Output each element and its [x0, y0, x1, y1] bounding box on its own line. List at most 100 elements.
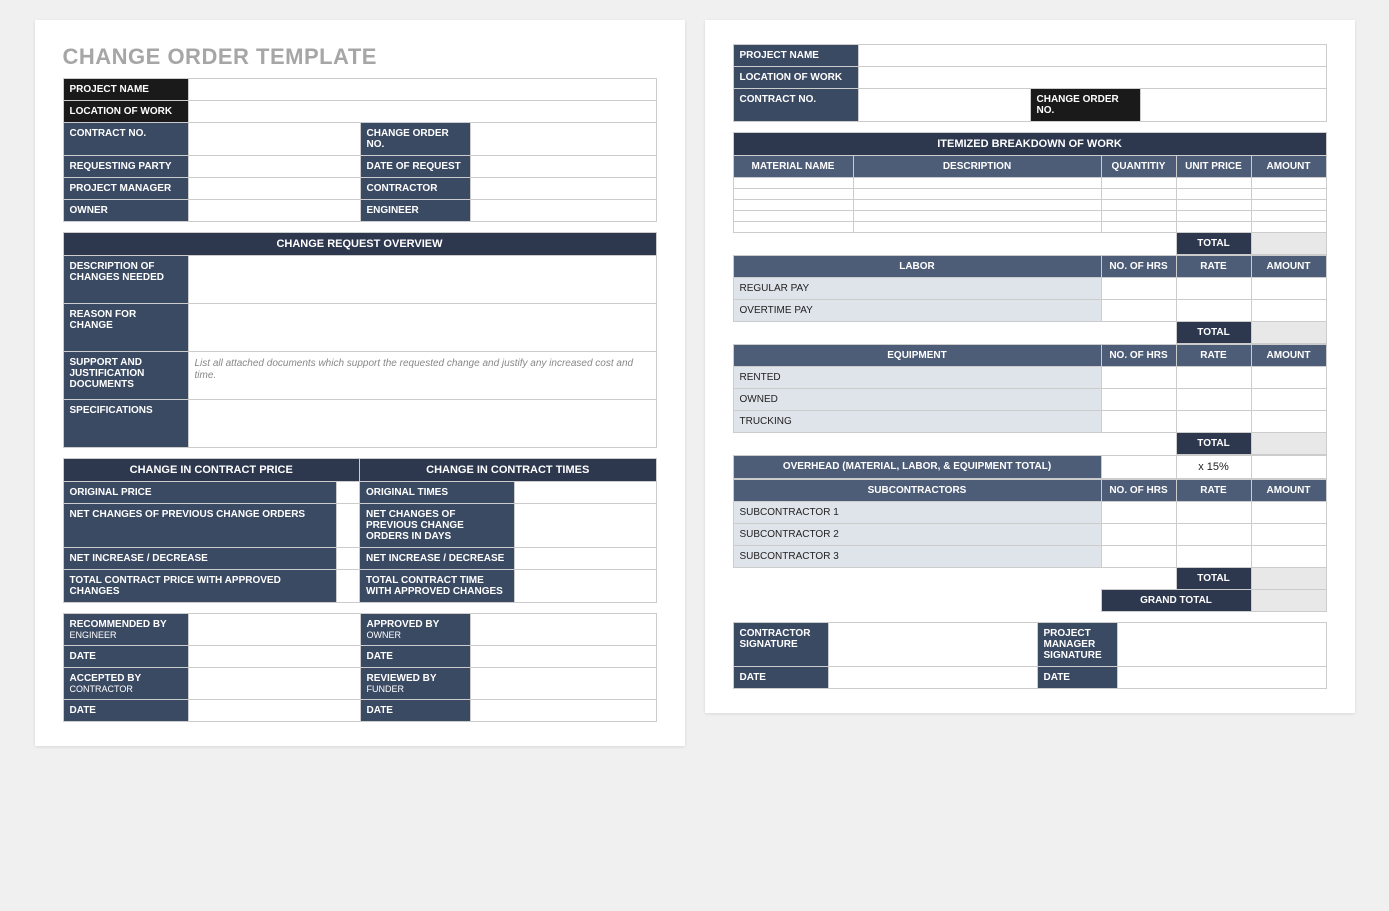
field-desc-changes[interactable] — [188, 256, 656, 304]
field-overhead-amount[interactable] — [1251, 456, 1326, 479]
equip-header: EQUIPMENT — [733, 345, 1101, 367]
label-date-2: DATE — [360, 646, 470, 668]
col-description: DESCRIPTION — [853, 156, 1101, 178]
field-date-of-request[interactable] — [470, 156, 656, 178]
field-engineer[interactable] — [470, 200, 656, 222]
labor-header: LABOR — [733, 256, 1101, 278]
overhead-table: OVERHEAD (MATERIAL, LABOR, & EQUIPMENT T… — [733, 455, 1327, 479]
field-sub-total[interactable] — [1251, 568, 1326, 590]
field-contract-no-p2[interactable] — [858, 89, 1030, 122]
col-unit-price: UNIT PRICE — [1176, 156, 1251, 178]
label-location-of-work: LOCATION OF WORK — [63, 101, 188, 123]
field-pm-sig[interactable] — [1117, 623, 1326, 667]
label-location-p2: LOCATION OF WORK — [733, 67, 858, 89]
label-price-netprev: NET CHANGES OF PREVIOUS CHANGE ORDERS — [63, 504, 337, 548]
field-date-4[interactable] — [470, 700, 656, 722]
equipment-table: EQUIPMENT NO. OF HRS RATE AMOUNT RENTED … — [733, 344, 1327, 455]
field-date-sig1[interactable] — [828, 667, 1037, 689]
col-rate: RATE — [1176, 256, 1251, 278]
label-times-netprev: NET CHANGES OF PREVIOUS CHANGE ORDERS IN… — [359, 504, 514, 548]
times-header: CHANGE IN CONTRACT TIMES — [359, 459, 656, 482]
labor-table: LABOR NO. OF HRS RATE AMOUNT REGULAR PAY… — [733, 255, 1327, 344]
field-labor-total[interactable] — [1251, 322, 1326, 344]
label-times-orig: ORIGINAL TIMES — [359, 482, 514, 504]
field-date-1[interactable] — [188, 646, 360, 668]
field-date-3[interactable] — [188, 700, 360, 722]
label-price-netinc: NET INCREASE / DECREASE — [63, 548, 337, 570]
page-2: PROJECT NAME LOCATION OF WORK CONTRACT N… — [705, 20, 1355, 713]
material-row[interactable] — [733, 189, 1326, 200]
label-date-of-request: DATE OF REQUEST — [360, 156, 470, 178]
field-accepted-by[interactable] — [188, 668, 360, 700]
field-times-netprev[interactable] — [514, 504, 656, 548]
label-specs: SPECIFICATIONS — [63, 400, 188, 448]
overhead-pct: x 15% — [1176, 456, 1251, 479]
field-project-name[interactable] — [188, 79, 656, 101]
page-1: CHANGE ORDER TEMPLATE PROJECT NAME LOCAT… — [35, 20, 685, 746]
label-owner: OWNER — [63, 200, 188, 222]
label-accepted-by: ACCEPTED BYCONTRACTOR — [63, 668, 188, 700]
field-contractor[interactable] — [470, 178, 656, 200]
field-change-order-no[interactable] — [470, 123, 656, 156]
field-overhead-sum[interactable] — [1101, 456, 1176, 479]
overview-header: CHANGE REQUEST OVERVIEW — [63, 233, 656, 256]
col-amount-eq: AMOUNT — [1251, 345, 1326, 367]
field-specs[interactable] — [188, 400, 656, 448]
field-recommended-by[interactable] — [188, 614, 360, 646]
col-no-hrs-sub: NO. OF HRS — [1101, 480, 1176, 502]
row-rented: RENTED — [733, 367, 1101, 389]
label-date-sig2: DATE — [1037, 667, 1117, 689]
col-rate-eq: RATE — [1176, 345, 1251, 367]
row-regular-pay: REGULAR PAY — [733, 278, 1101, 300]
field-owner[interactable] — [188, 200, 360, 222]
label-times-netinc: NET INCREASE / DECREASE — [359, 548, 514, 570]
label-reason: REASON FOR CHANGE — [63, 304, 188, 352]
row-owned: OWNED — [733, 389, 1101, 411]
label-reviewed-by: REVIEWED BYFUNDER — [360, 668, 470, 700]
label-date-3: DATE — [63, 700, 188, 722]
field-date-sig2[interactable] — [1117, 667, 1326, 689]
field-price-netprev[interactable] — [337, 504, 360, 548]
field-location-of-work[interactable] — [188, 101, 656, 123]
itemized-breakdown: ITEMIZED BREAKDOWN OF WORK MATERIAL NAME… — [733, 132, 1327, 255]
field-project-manager[interactable] — [188, 178, 360, 200]
field-requesting-party[interactable] — [188, 156, 360, 178]
signoff-table-p2: CONTRACTOR SIGNATURE PROJECT MANAGER SIG… — [733, 622, 1327, 689]
field-contract-no[interactable] — [188, 123, 360, 156]
field-price-total[interactable] — [337, 570, 360, 603]
field-grand-total[interactable] — [1251, 590, 1326, 612]
field-reviewed-by[interactable] — [470, 668, 656, 700]
contract-change-table: CHANGE IN CONTRACT PRICE CHANGE IN CONTR… — [63, 458, 657, 603]
field-location-p2[interactable] — [858, 67, 1326, 89]
field-times-netinc[interactable] — [514, 548, 656, 570]
label-project-name: PROJECT NAME — [63, 79, 188, 101]
field-contractor-sig[interactable] — [828, 623, 1037, 667]
label-date-1: DATE — [63, 646, 188, 668]
material-row[interactable] — [733, 211, 1326, 222]
field-reason[interactable] — [188, 304, 656, 352]
label-contractor: CONTRACTOR — [360, 178, 470, 200]
field-approved-by[interactable] — [470, 614, 656, 646]
field-price-orig[interactable] — [337, 482, 360, 504]
field-equip-total[interactable] — [1251, 433, 1326, 455]
sub-header: SUBCONTRACTORS — [733, 480, 1101, 502]
field-support[interactable]: List all attached documents which suppor… — [188, 352, 656, 400]
material-row[interactable] — [733, 178, 1326, 189]
material-row[interactable] — [733, 200, 1326, 211]
field-project-name-p2[interactable] — [858, 45, 1326, 67]
field-material-total[interactable] — [1251, 233, 1326, 255]
label-pm-sig: PROJECT MANAGER SIGNATURE — [1037, 623, 1117, 667]
material-row[interactable] — [733, 222, 1326, 233]
field-change-order-no-p2[interactable] — [1140, 89, 1326, 122]
field-times-orig[interactable] — [514, 482, 656, 504]
overhead-label: OVERHEAD (MATERIAL, LABOR, & EQUIPMENT T… — [733, 456, 1101, 479]
field-times-total[interactable] — [514, 570, 656, 603]
field-date-2[interactable] — [470, 646, 656, 668]
info-table-p2: PROJECT NAME LOCATION OF WORK CONTRACT N… — [733, 44, 1327, 122]
col-quantity: QUANTITIY — [1101, 156, 1176, 178]
change-request-overview: CHANGE REQUEST OVERVIEW DESCRIPTION OF C… — [63, 232, 657, 448]
field-price-netinc[interactable] — [337, 548, 360, 570]
label-date-4: DATE — [360, 700, 470, 722]
label-desc-changes: DESCRIPTION OF CHANGES NEEDED — [63, 256, 188, 304]
row-overtime-pay: OVERTIME PAY — [733, 300, 1101, 322]
